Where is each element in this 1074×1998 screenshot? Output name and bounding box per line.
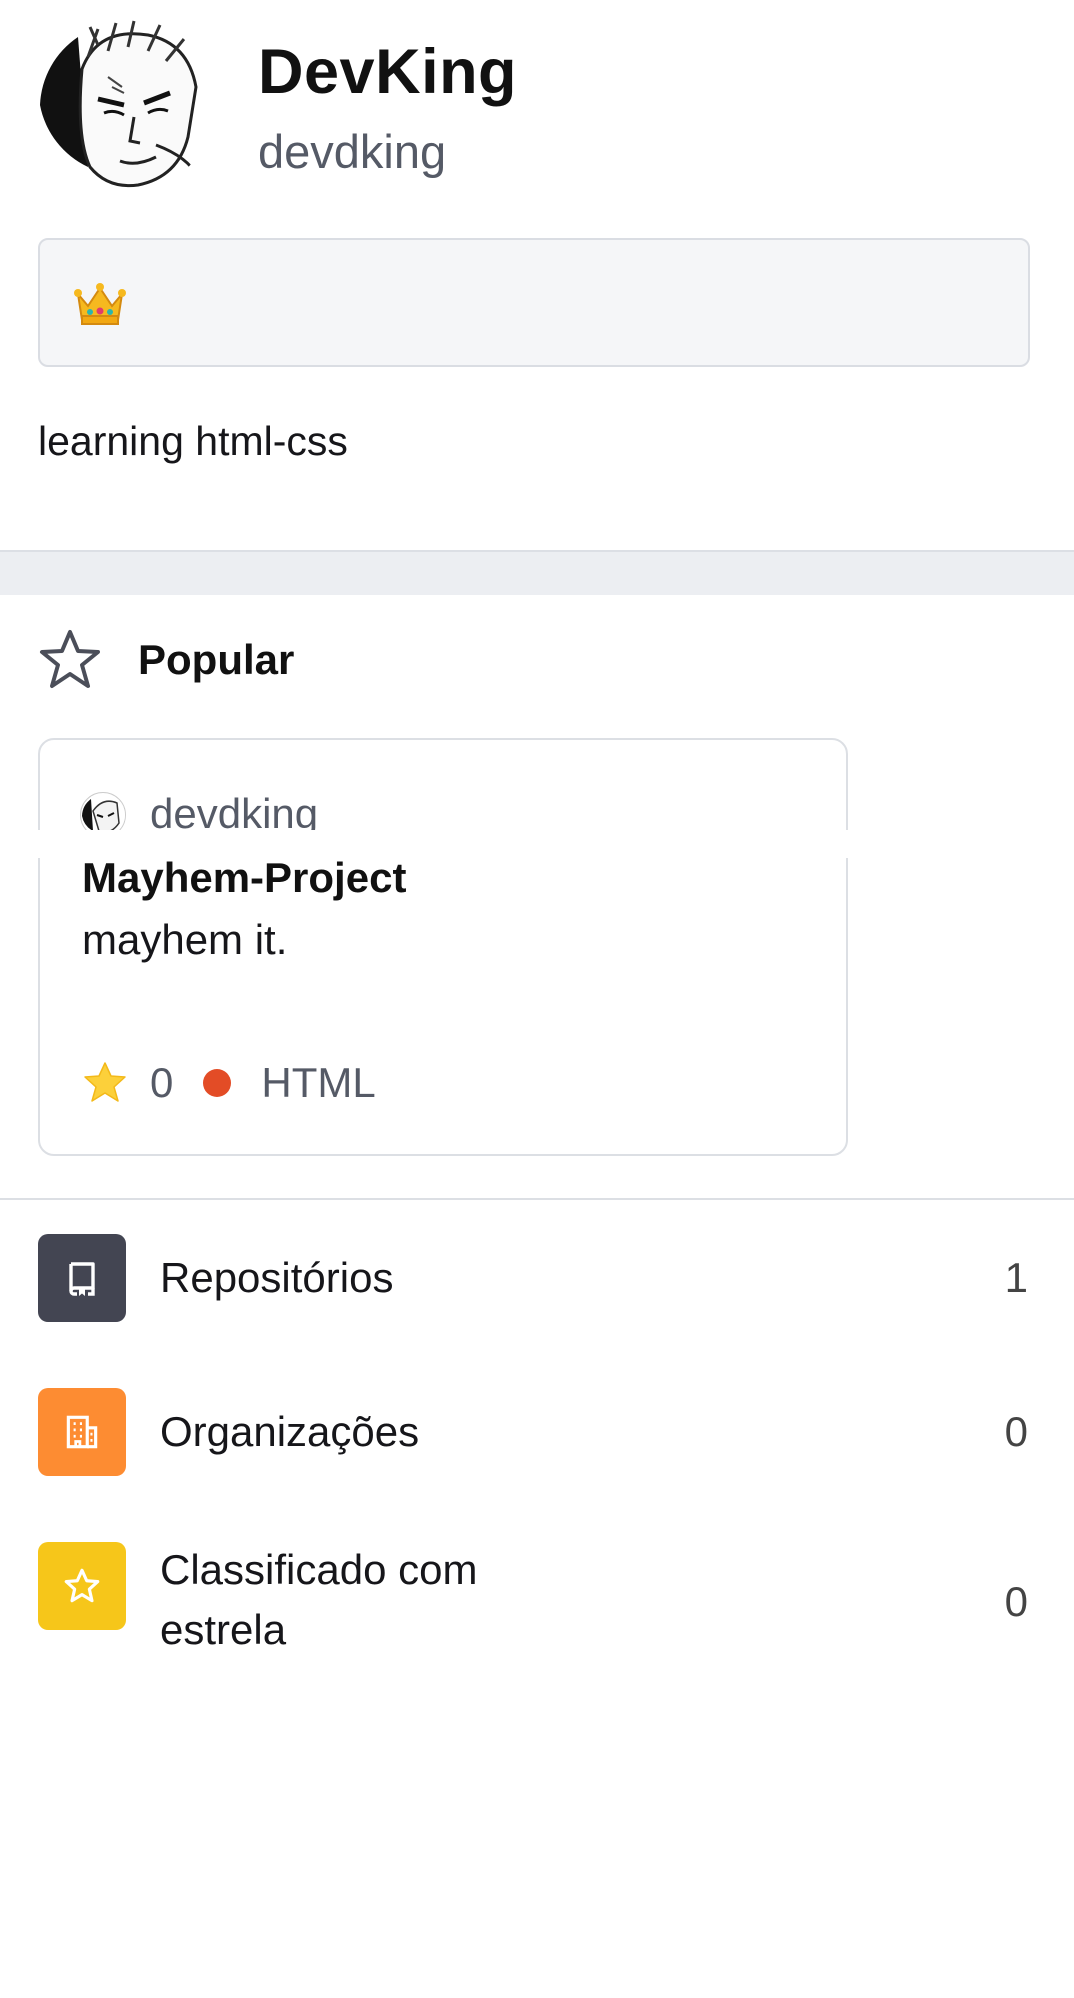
menu-label-organizations: Organizações bbox=[160, 1408, 420, 1455]
menu-item-repositories[interactable]: Repositórios 1 bbox=[38, 1234, 1034, 1322]
language-color-dot bbox=[203, 1069, 232, 1097]
profile-login: devdking bbox=[258, 125, 447, 178]
avatar-image bbox=[39, 18, 213, 192]
popular-repo-card[interactable]: devdking Mayhem-Project mayhem it. 0 HTM… bbox=[36, 738, 852, 1156]
menu-label-starred: Classificado com estrela bbox=[160, 1546, 478, 1653]
star-icon bbox=[38, 1542, 126, 1630]
repo-owner[interactable]: devdking bbox=[150, 790, 318, 830]
popular-title: Popular bbox=[138, 636, 295, 683]
menu-item-starred[interactable]: Classificado com estrela 0 bbox=[38, 1542, 1034, 1662]
menu-item-organizations[interactable]: Organizações 0 bbox=[38, 1388, 1034, 1476]
status-box[interactable] bbox=[38, 238, 1030, 367]
repo-name[interactable]: Mayhem-Project bbox=[82, 854, 406, 902]
crown-icon bbox=[74, 283, 126, 325]
star-outline-icon bbox=[40, 630, 100, 688]
repo-meta: 0 HTML bbox=[82, 1058, 376, 1108]
owner-avatar bbox=[80, 792, 126, 830]
star-filled-icon bbox=[84, 1062, 126, 1102]
profile-avatar[interactable] bbox=[38, 17, 214, 193]
menu-count-starred: 0 bbox=[1004, 1578, 1028, 1625]
profile-bio: learning html-css bbox=[38, 418, 348, 464]
repo-stars-count: 0 bbox=[150, 1059, 174, 1106]
organization-icon bbox=[38, 1388, 126, 1476]
section-separator bbox=[0, 550, 1074, 595]
repo-language: HTML bbox=[261, 1059, 376, 1106]
profile-name: DevKing bbox=[258, 37, 518, 107]
menu-count-repositories: 1 bbox=[1004, 1254, 1028, 1301]
repo-icon bbox=[38, 1234, 126, 1322]
menu-label-repositories: Repositórios bbox=[160, 1254, 394, 1301]
menu-count-organizations: 0 bbox=[1004, 1408, 1028, 1455]
menu-divider bbox=[0, 1198, 1074, 1200]
card-owner-row: devdking bbox=[40, 740, 846, 830]
repo-description: mayhem it. bbox=[82, 916, 288, 963]
